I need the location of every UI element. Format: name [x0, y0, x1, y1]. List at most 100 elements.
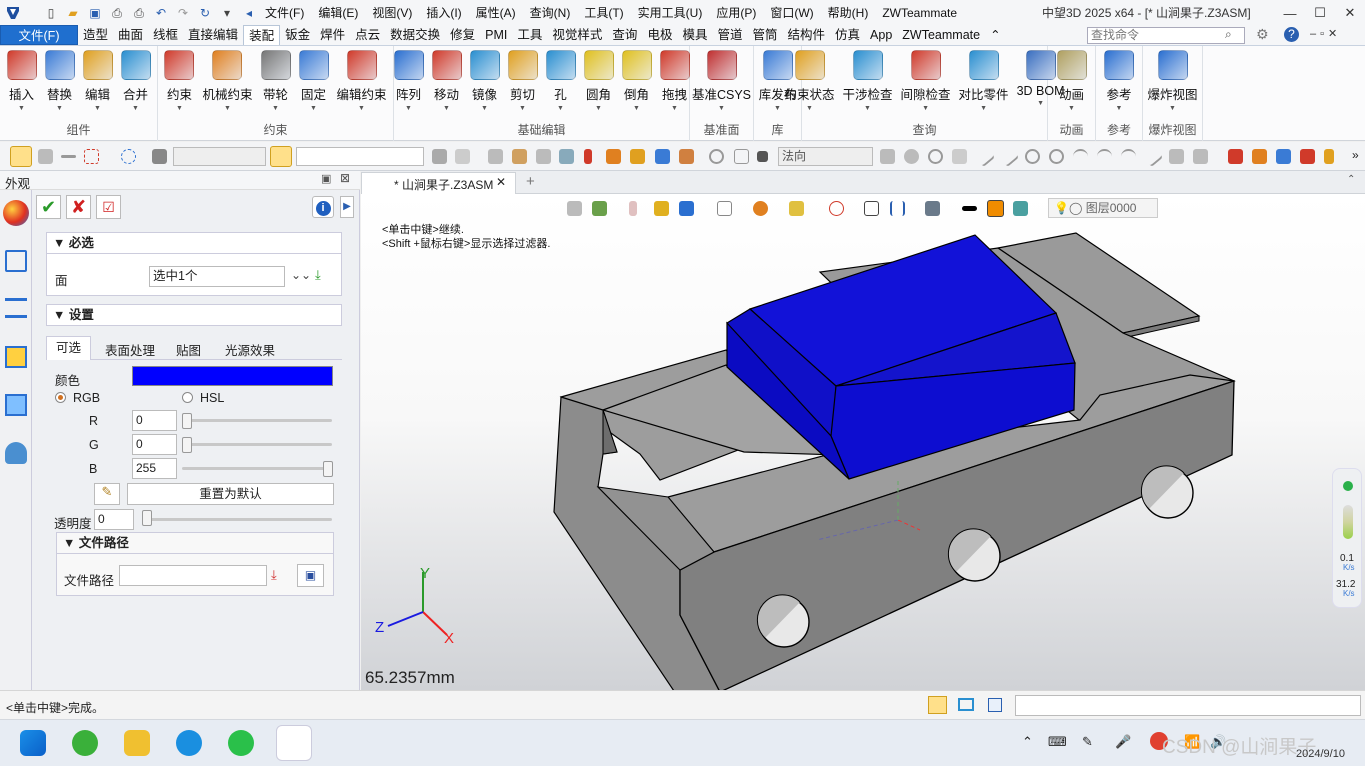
status-input[interactable]	[1015, 695, 1361, 716]
pick-icon[interactable]	[455, 149, 470, 164]
toolbar-icon-10[interactable]	[734, 149, 749, 164]
undo-icon[interactable]: ↶	[152, 4, 170, 22]
menu-utilities[interactable]: 实用工具(U)	[631, 0, 710, 26]
browser-green-icon[interactable]	[72, 730, 98, 756]
ribbon-window-controls[interactable]: –▫✕	[1310, 27, 1341, 40]
ribbon-button[interactable]: 固定 ▼	[295, 50, 333, 122]
zw3d-taskbar-icon[interactable]	[276, 725, 312, 761]
ribbon-button[interactable]: 倒角 ▼	[618, 50, 656, 122]
r-spinner[interactable]: 0	[132, 410, 177, 431]
ribbon-button[interactable]: 编辑约束 ▼	[333, 50, 391, 122]
toolbar-icon-19[interactable]	[1300, 149, 1315, 164]
b-slider-track[interactable]	[182, 467, 332, 470]
r-slider-track[interactable]	[182, 419, 332, 422]
menu-edit[interactable]: 编辑(E)	[311, 0, 365, 26]
toolbar-icon-7[interactable]	[655, 149, 670, 164]
view-tool-icon-4[interactable]	[679, 201, 694, 216]
assembly-tree-icon[interactable]	[5, 250, 27, 272]
view-tool-icon-2[interactable]	[629, 201, 637, 216]
g-spinner[interactable]: 0	[132, 434, 177, 455]
tab-optional[interactable]: 可选	[46, 336, 91, 360]
filepath-input[interactable]	[119, 565, 267, 586]
view-cube-icon[interactable]	[717, 201, 732, 216]
hsl-radio[interactable]	[182, 392, 193, 403]
box-select-icon[interactable]	[84, 149, 99, 164]
close-tab-icon[interactable]: ✕	[496, 175, 506, 189]
rebuild-icon[interactable]: ↻	[196, 4, 214, 22]
tab-modeling[interactable]: 造型	[78, 25, 113, 45]
ribbon-button[interactable]: 阵列 ▼	[390, 50, 428, 122]
tab-weldment[interactable]: 焊件	[315, 25, 350, 45]
view-back-icon[interactable]	[567, 201, 582, 216]
nav-back-icon[interactable]: ◂	[240, 4, 258, 22]
keyboard-icon[interactable]: ⌨	[1048, 734, 1067, 750]
filter-normal-dropdown[interactable]: 法向	[778, 147, 873, 166]
r-slider-thumb[interactable]	[182, 413, 192, 429]
polygon-select-icon[interactable]	[121, 149, 136, 164]
ribbon-button[interactable]: 编辑 ▼	[79, 50, 117, 122]
pin-icon[interactable]: ▣	[321, 172, 331, 185]
toolbar-overflow-icon[interactable]: »	[1352, 148, 1359, 162]
part-icon[interactable]	[5, 346, 27, 368]
toolbar-icon-2[interactable]	[512, 149, 527, 164]
ribbon-button[interactable]: 约束状态 ▼	[781, 50, 839, 122]
g-slider-thumb[interactable]	[182, 437, 192, 453]
edge-icon[interactable]	[176, 730, 202, 756]
curve-icon[interactable]	[1073, 149, 1088, 164]
stop-icon[interactable]	[757, 151, 768, 162]
menu-window[interactable]: 窗口(W)	[763, 0, 820, 26]
ribbon-button[interactable]: 干涉检查 ▼	[839, 50, 897, 122]
tab-file[interactable]: 文件(F)	[0, 25, 78, 45]
tab-sheetmetal[interactable]: 钣金	[280, 25, 315, 45]
ribbon-button[interactable]: 间隙检查 ▼	[897, 50, 955, 122]
hierarchy-icon[interactable]	[5, 298, 27, 318]
apply-button[interactable]: ☑	[96, 195, 121, 219]
viewport-model[interactable]	[361, 194, 1365, 690]
tab-tools[interactable]: 工具	[512, 25, 547, 45]
line2-icon[interactable]	[997, 145, 1020, 168]
ribbon-button[interactable]: 圆角 ▼	[580, 50, 618, 122]
menu-view[interactable]: 视图(V)	[365, 0, 419, 26]
filter-dropdown[interactable]	[173, 147, 266, 166]
tab-app[interactable]: App	[865, 25, 897, 45]
tab-electrode[interactable]: 电极	[642, 25, 677, 45]
view-tool-icon-7[interactable]	[829, 201, 844, 216]
face-color-icon[interactable]	[987, 200, 1004, 217]
ribbon-button[interactable]: 机械约束 ▼	[198, 50, 256, 122]
tab-scroll-icon[interactable]: ⌃	[1347, 174, 1355, 185]
layer-dropdown[interactable]: 💡◯ 图层0000	[1048, 198, 1158, 218]
toolbar-icon-20[interactable]	[1324, 149, 1334, 164]
tab-zwteammate[interactable]: ZWTeammate	[897, 25, 985, 45]
filepath-section-header[interactable]: ▼ 文件路径	[56, 532, 334, 554]
filter-icon[interactable]	[152, 149, 167, 164]
status-tool-icon-2[interactable]	[958, 698, 974, 711]
ribbon-button[interactable]: 移动 ▼	[428, 50, 466, 122]
toolbar-icon-6[interactable]	[630, 149, 645, 164]
expand-selection-icon[interactable]: ⌄⌄	[291, 268, 311, 282]
microphone-icon[interactable]: 🎤	[1115, 734, 1131, 750]
pen-icon[interactable]: ✎	[1082, 734, 1093, 750]
new-tab-icon[interactable]: +	[526, 173, 535, 190]
close-window-icon[interactable]: ✕	[1335, 0, 1365, 26]
tab-structure[interactable]: 结构件	[783, 25, 831, 45]
toolbar-icon-4[interactable]	[559, 149, 574, 164]
menu-query[interactable]: 查询(N)	[523, 0, 578, 26]
status-tool-icon-3[interactable]	[988, 698, 1002, 712]
circle2-icon[interactable]	[1049, 149, 1064, 164]
reset-default-button[interactable]: 重置为默认	[127, 483, 334, 505]
ribbon-button[interactable]: 合并 ▼	[117, 50, 155, 122]
ribbon-button[interactable]: 插入 ▼	[3, 50, 41, 122]
view-tool-icon-11[interactable]	[1013, 201, 1028, 216]
required-section-header[interactable]: ▼ 必选	[46, 232, 342, 254]
menu-attribute[interactable]: 属性(A)	[469, 0, 523, 26]
ribbon-button[interactable]: 参考 ▼	[1100, 50, 1138, 122]
circle-icon[interactable]	[1025, 149, 1040, 164]
start-icon[interactable]	[20, 730, 46, 756]
menu-tools[interactable]: 工具(T)	[577, 0, 630, 26]
tab-tubing[interactable]: 管筒	[747, 25, 782, 45]
tray-expand-icon[interactable]: ⌃	[1022, 734, 1033, 750]
transparency-spinner[interactable]: 0	[94, 509, 134, 530]
status-tool-icon-1[interactable]	[928, 696, 947, 714]
view-tool-icon-6[interactable]	[789, 201, 804, 216]
tab-inquiry[interactable]: 查询	[607, 25, 642, 45]
